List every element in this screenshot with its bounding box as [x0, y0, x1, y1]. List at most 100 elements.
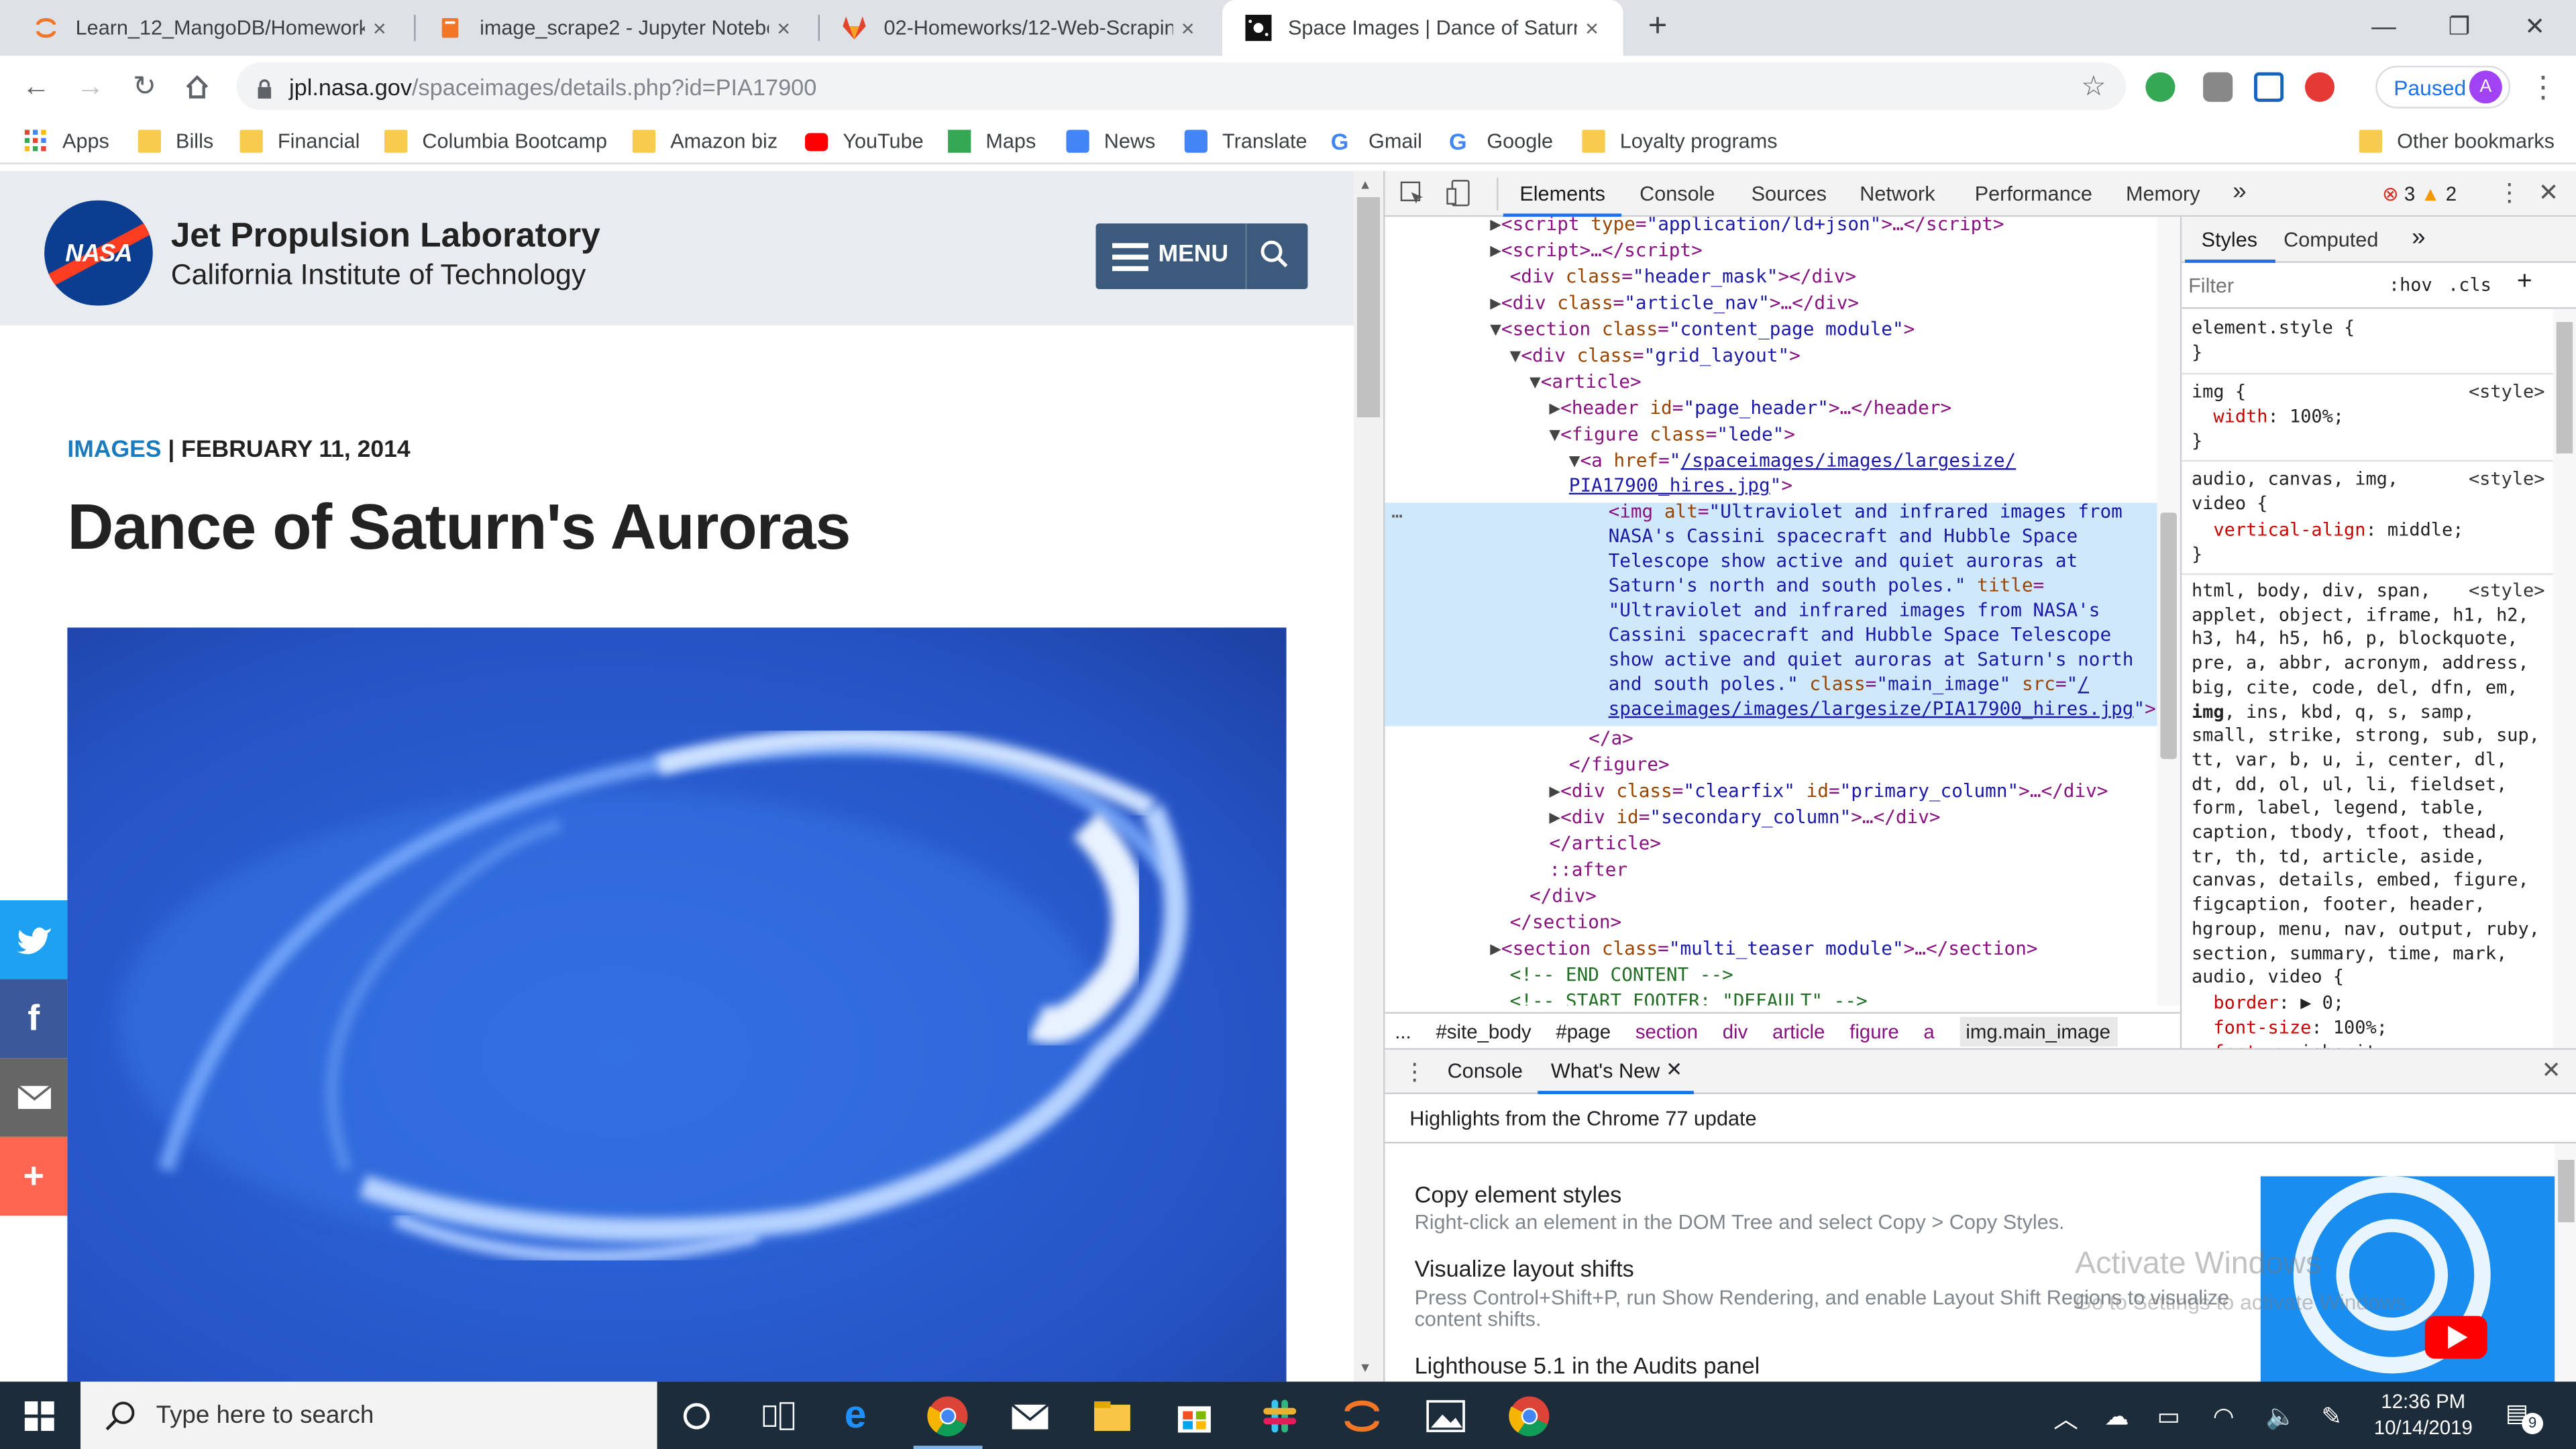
device-toolbar-icon[interactable]	[1446, 179, 1470, 212]
email-share-button[interactable]	[0, 1058, 68, 1137]
breadcrumb-item[interactable]: #page	[1556, 1020, 1611, 1042]
category-link[interactable]: IMAGES	[67, 437, 161, 463]
mail-icon[interactable]	[1009, 1395, 1052, 1438]
file-explorer-icon[interactable]	[1091, 1395, 1134, 1438]
breadcrumb-item[interactable]: div	[1723, 1020, 1748, 1042]
slack-icon[interactable]	[1258, 1395, 1301, 1438]
bookmark-columbia-bootcamp[interactable]: Columbia Bootcamp	[384, 127, 607, 156]
breadcrumb-item[interactable]: article	[1772, 1020, 1825, 1042]
jupyter-taskbar-icon[interactable]	[1340, 1395, 1383, 1438]
tab-console[interactable]: Console	[1640, 182, 1715, 205]
breadcrumb-item[interactable]: #site_body	[1436, 1020, 1531, 1042]
star-icon[interactable]: ☆	[2081, 70, 2106, 103]
main-image[interactable]	[67, 627, 1287, 1382]
breadcrumb-item[interactable]: a	[1923, 1020, 1934, 1042]
whats-new-item-title[interactable]: Visualize layout shifts	[1415, 1255, 1634, 1281]
drawer-close-icon[interactable]: ✕	[2542, 1057, 2561, 1085]
bookmark-amazon-biz[interactable]: Amazon biz	[632, 127, 777, 156]
taskbar-search[interactable]: Type here to search	[80, 1381, 657, 1449]
scroll-up-icon[interactable]: ▲	[1358, 177, 1371, 192]
minimize-button[interactable]: —	[2346, 0, 2422, 52]
drawer-tab-console[interactable]: Console	[1448, 1060, 1523, 1083]
bookmark-financial[interactable]: Financial	[239, 127, 360, 156]
page-scrollbar[interactable]: ▲ ▼	[1353, 170, 1384, 1382]
tab-sources[interactable]: Sources	[1752, 182, 1827, 205]
tab-elements[interactable]: Elements	[1519, 182, 1605, 205]
bookmark-other[interactable]: Other bookmarks	[2359, 127, 2555, 156]
styles-scrollbar[interactable]	[2553, 309, 2576, 1049]
close-icon[interactable]: ×	[1577, 15, 1607, 41]
jpl-title[interactable]: Jet Propulsion Laboratory	[171, 217, 600, 256]
battery-icon[interactable]: ▭	[2157, 1401, 2181, 1431]
tab-memory[interactable]: Memory	[2126, 182, 2200, 205]
extension-puzzle-icon[interactable]	[2203, 72, 2233, 102]
add-rule-icon[interactable]: +	[2517, 268, 2532, 297]
tab-computed[interactable]: Computed	[2284, 228, 2378, 251]
facebook-share-button[interactable]: f	[0, 979, 68, 1059]
tab-network[interactable]: Network	[1860, 182, 1935, 205]
chrome-icon[interactable]	[1508, 1395, 1551, 1438]
breadcrumb-item-selected[interactable]: img.main_image	[1959, 1016, 2117, 1046]
windows-start-icon[interactable]	[24, 1401, 54, 1436]
close-icon[interactable]: ×	[1173, 15, 1203, 41]
maximize-button[interactable]: ❐	[2422, 0, 2498, 52]
cortana-icon[interactable]	[680, 1395, 723, 1438]
chrome-icon[interactable]	[926, 1395, 969, 1438]
close-icon[interactable]: ✕	[1666, 1058, 1682, 1081]
bookmark-youtube[interactable]: YouTube	[805, 127, 924, 156]
tab-gitlab-homework[interactable]: 02-Homeworks/12-Web-Scraping ×	[818, 0, 1220, 56]
kebab-menu-icon[interactable]: ⋮	[2522, 66, 2565, 109]
whats-new-item-title[interactable]: Copy element styles	[1415, 1181, 1622, 1208]
address-bar[interactable]: jpl.nasa.gov/spaceimages/details.php?id=…	[236, 62, 2127, 111]
task-view-icon[interactable]	[759, 1395, 802, 1438]
photos-icon[interactable]	[1424, 1395, 1467, 1438]
breadcrumb-item[interactable]: figure	[1849, 1020, 1899, 1042]
menu-button[interactable]: MENU	[1095, 223, 1308, 290]
drawer-scrollbar[interactable]	[2555, 1143, 2576, 1384]
system-clock[interactable]: 12:36 PM 10/14/2019	[2366, 1388, 2481, 1440]
breadcrumb-item[interactable]: ...	[1395, 1020, 1411, 1042]
store-icon[interactable]	[1173, 1395, 1216, 1438]
bookmark-news[interactable]: News	[1066, 127, 1155, 156]
tab-learn-mongodb[interactable]: Learn_12_MangoDB/Homework/ ×	[10, 0, 411, 56]
tab-styles[interactable]: Styles	[2202, 228, 2257, 251]
bookmark-bills[interactable]: Bills	[138, 127, 213, 156]
nasa-logo[interactable]: NASA	[44, 200, 153, 306]
bookmark-google[interactable]: G Google	[1449, 127, 1553, 156]
pen-icon[interactable]: ✎	[2321, 1401, 2342, 1431]
wifi-icon[interactable]: ◠	[2213, 1401, 2235, 1431]
close-icon[interactable]: ×	[365, 15, 394, 41]
twitter-share-button[interactable]	[0, 900, 68, 979]
elements-scrollbar[interactable]	[2157, 217, 2180, 1006]
styles-filter-input[interactable]	[2188, 269, 2353, 303]
whats-new-item-title[interactable]: Lighthouse 5.1 in the Audits panel	[1415, 1352, 1760, 1379]
devtools-close-icon[interactable]: ✕	[2538, 177, 2559, 207]
tab-jupyter-notebook[interactable]: image_scrape2 - Jupyter Notebook ×	[414, 0, 815, 56]
new-tab-button[interactable]: +	[1640, 10, 1676, 46]
show-hidden-icons-icon[interactable]: ︿	[2053, 1401, 2078, 1436]
drawer-tab-whats-new[interactable]: What's New	[1551, 1060, 1660, 1083]
class-toggle[interactable]: .cls	[2448, 274, 2491, 296]
tab-space-images[interactable]: Space Images | Dance of Saturn's Auroras…	[1222, 0, 1623, 56]
bookmark-translate[interactable]: Translate	[1184, 127, 1307, 156]
back-icon[interactable]: ←	[15, 66, 58, 109]
bookmark-apps[interactable]: Apps	[24, 127, 109, 156]
search-icon[interactable]	[1260, 240, 1289, 274]
more-panes-icon[interactable]: »	[2412, 223, 2425, 252]
error-count[interactable]: ⊗ 3 ▲ 2	[2382, 182, 2457, 205]
extension-reader-icon[interactable]	[2254, 72, 2284, 102]
elements-tree[interactable]: ▶<script type="application/ld+json">…</s…	[1385, 217, 2180, 1006]
home-icon[interactable]	[176, 66, 219, 109]
window-close-button[interactable]: ✕	[2497, 0, 2573, 52]
tab-performance[interactable]: Performance	[1975, 182, 2092, 205]
onedrive-icon[interactable]: ☁	[2104, 1401, 2129, 1431]
bookmark-loyalty-programs[interactable]: Loyalty programs	[1582, 127, 1778, 156]
scroll-thumb[interactable]	[1356, 197, 1381, 418]
bookmark-gmail[interactable]: G Gmail	[1331, 127, 1422, 156]
close-icon[interactable]: ×	[769, 15, 798, 41]
drawer-menu-icon[interactable]: ⋮	[1403, 1058, 1426, 1086]
more-tabs-icon[interactable]: »	[2233, 177, 2246, 205]
action-center-icon[interactable]: ▤ 9	[2506, 1398, 2544, 1434]
reload-icon[interactable]: ↻	[123, 66, 166, 109]
more-share-button[interactable]: +	[0, 1136, 68, 1216]
